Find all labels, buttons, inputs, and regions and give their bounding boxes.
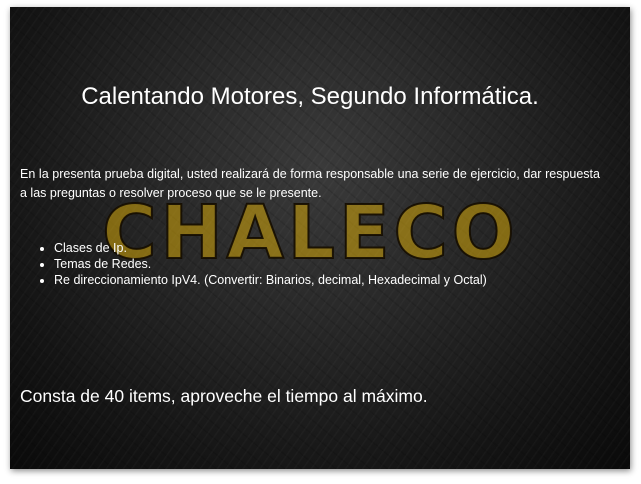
list-item: Re direccionamiento IpV4. (Convertir: Bi… — [54, 272, 487, 288]
footer-note: Consta de 40 items, aproveche el tiempo … — [20, 386, 428, 406]
list-item: Clases de Ip. — [54, 240, 487, 256]
topics-list: Clases de Ip. Temas de Redes. Re direcci… — [38, 240, 487, 288]
slide-title: Calentando Motores, Segundo Informática. — [81, 83, 539, 110]
intro-paragraph: En la presenta prueba digital, usted rea… — [20, 167, 600, 200]
list-item: Temas de Redes. — [54, 256, 487, 272]
